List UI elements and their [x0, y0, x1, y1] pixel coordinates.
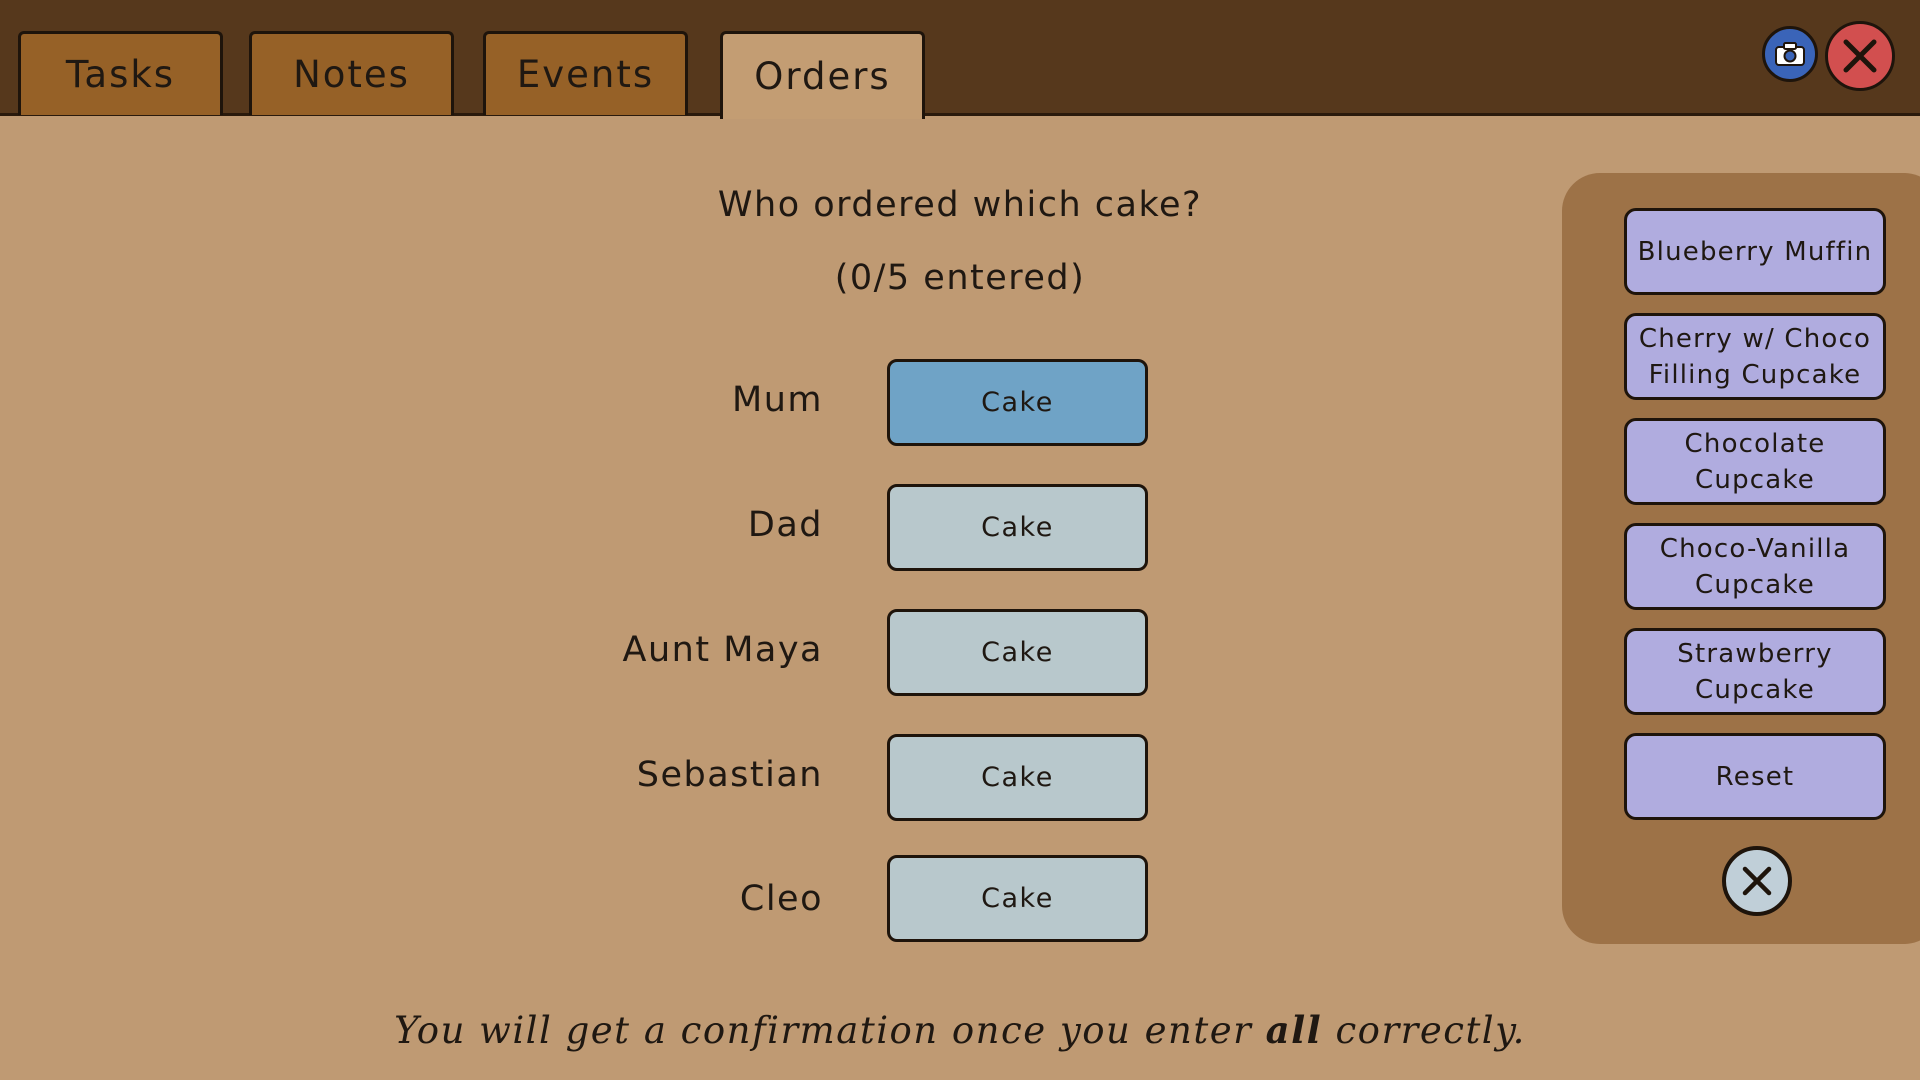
row-label-cleo: Cleo	[739, 879, 823, 919]
row-label-mum: Mum	[732, 380, 823, 420]
confirmation-hint: You will get a confirmation once you ent…	[300, 1008, 1620, 1052]
option-blueberry-muffin[interactable]: Blueberry Muffin	[1624, 208, 1886, 295]
camera-button[interactable]	[1762, 26, 1818, 82]
entered-counter: (0/5 entered)	[834, 258, 1086, 298]
option-cherry-choco-filling-cupcake[interactable]: Cherry w/ Choco Filling Cupcake	[1624, 313, 1886, 400]
close-circle-icon	[1742, 866, 1772, 896]
panel-close-button[interactable]	[1722, 846, 1792, 916]
close-icon	[1843, 39, 1877, 73]
cake-slot-dad[interactable]: Cake	[887, 484, 1148, 571]
hint-text-after: correctly.	[1322, 1009, 1526, 1052]
hint-text-before: You will get a confirmation once you ent…	[394, 1009, 1266, 1052]
cake-slot-mum[interactable]: Cake	[887, 359, 1148, 446]
hint-text-emphasis: all	[1265, 1008, 1323, 1052]
row-label-aunt-maya: Aunt Maya	[622, 630, 823, 670]
close-button[interactable]	[1825, 21, 1895, 91]
cake-slot-aunt-maya[interactable]: Cake	[887, 609, 1148, 696]
tab-orders[interactable]: Orders	[720, 31, 925, 119]
tab-notes[interactable]: Notes	[249, 31, 454, 115]
row-label-dad: Dad	[747, 505, 823, 545]
option-strawberry-cupcake[interactable]: Strawberry Cupcake	[1624, 628, 1886, 715]
tab-events[interactable]: Events	[483, 31, 688, 115]
row-label-sebastian: Sebastian	[636, 755, 823, 795]
reset-button[interactable]: Reset	[1624, 733, 1886, 820]
option-choco-vanilla-cupcake[interactable]: Choco-Vanilla Cupcake	[1624, 523, 1886, 610]
tab-tasks[interactable]: Tasks	[18, 31, 223, 115]
cake-slot-cleo[interactable]: Cake	[887, 855, 1148, 942]
camera-icon	[1775, 42, 1805, 66]
question-title: Who ordered which cake?	[717, 185, 1203, 225]
cake-slot-sebastian[interactable]: Cake	[887, 734, 1148, 821]
option-chocolate-cupcake[interactable]: Chocolate Cupcake	[1624, 418, 1886, 505]
